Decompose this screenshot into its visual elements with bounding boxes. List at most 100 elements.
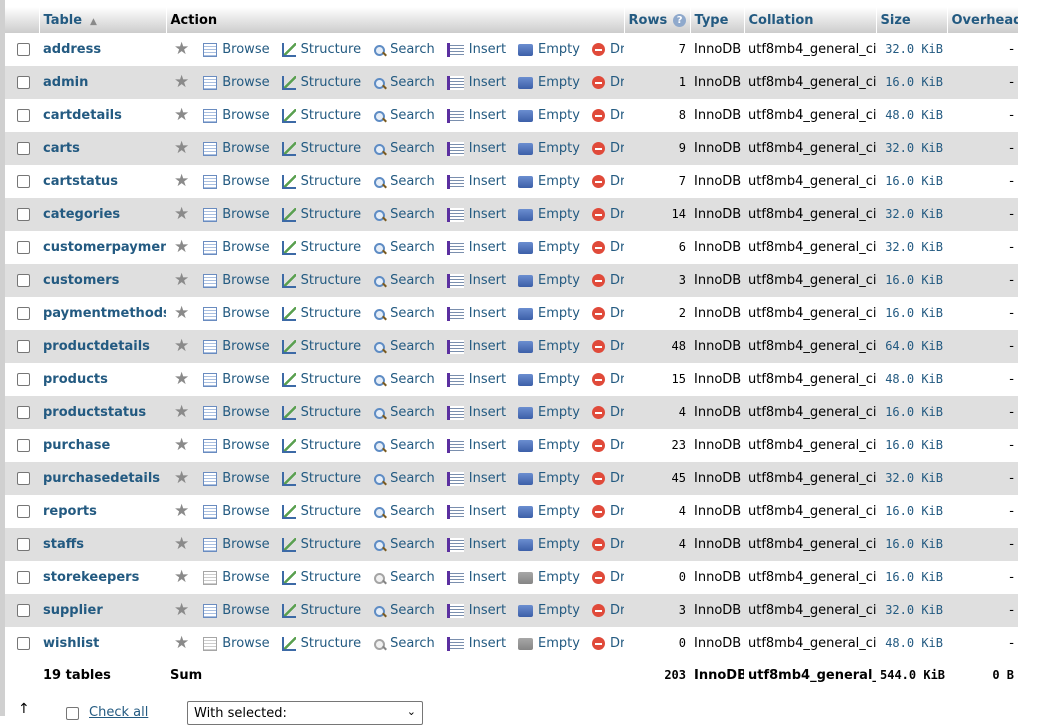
size-value[interactable]: 48.0 KiB [885,372,943,386]
search-link[interactable]: Search [373,339,435,354]
search-link[interactable]: Search [373,108,435,123]
search-link[interactable]: Search [373,504,435,519]
header-size-label[interactable]: Size [881,13,911,28]
search-link[interactable]: Search [373,273,435,288]
insert-link[interactable]: Insert [446,174,506,189]
structure-link[interactable]: Structure [281,141,361,156]
search-link[interactable]: Search [373,372,435,387]
row-checkbox[interactable] [17,637,30,650]
size-value[interactable]: 16.0 KiB [885,537,943,551]
table-name-link[interactable]: address [43,42,101,57]
structure-link[interactable]: Structure [281,339,361,354]
browse-link[interactable]: Browse [203,372,270,387]
browse-link[interactable]: Browse [203,471,270,486]
size-value[interactable]: 16.0 KiB [885,273,943,287]
structure-link[interactable]: Structure [281,75,361,90]
structure-link[interactable]: Structure [281,603,361,618]
table-name-link[interactable]: customers [43,273,119,288]
table-name-link[interactable]: cartdetails [43,108,122,123]
row-checkbox[interactable] [17,109,30,122]
size-value[interactable]: 32.0 KiB [885,207,943,221]
browse-link[interactable]: Browse [203,504,270,519]
structure-link[interactable]: Structure [281,273,361,288]
search-link[interactable]: Search [373,75,435,90]
structure-link[interactable]: Structure [281,108,361,123]
favorite-star-icon[interactable]: ★ [174,305,189,322]
search-link[interactable]: Search [373,438,435,453]
size-value[interactable]: 32.0 KiB [885,240,943,254]
header-overhead-label[interactable]: Overhead [952,13,1018,28]
size-value[interactable]: 32.0 KiB [885,141,943,155]
size-value[interactable]: 16.0 KiB [885,570,943,584]
search-link[interactable]: Search [373,174,435,189]
insert-link[interactable]: Insert [446,240,506,255]
table-name-link[interactable]: productstatus [43,405,146,420]
insert-link[interactable]: Insert [446,108,506,123]
search-link[interactable]: Search [373,603,435,618]
size-value[interactable]: 16.0 KiB [885,306,943,320]
favorite-star-icon[interactable]: ★ [174,437,189,454]
empty-link[interactable]: Empty [518,240,580,255]
search-link[interactable]: Search [373,42,435,57]
search-link[interactable]: Search [373,306,435,321]
with-selected-select[interactable]: With selected: ⌄ [187,701,423,725]
row-checkbox[interactable] [17,340,30,353]
table-name-link[interactable]: reports [43,504,97,519]
structure-link[interactable]: Structure [281,42,361,57]
size-value[interactable]: 32.0 KiB [885,471,943,485]
drop-link[interactable]: Drop [591,372,624,387]
header-rows-label[interactable]: Rows [629,13,668,28]
size-value[interactable]: 16.0 KiB [885,75,943,89]
row-checkbox[interactable] [17,505,30,518]
browse-link[interactable]: Browse [203,570,270,585]
favorite-star-icon[interactable]: ★ [174,602,189,619]
row-checkbox[interactable] [17,307,30,320]
structure-link[interactable]: Structure [281,504,361,519]
size-value[interactable]: 16.0 KiB [885,504,943,518]
search-link[interactable]: Search [373,141,435,156]
empty-link[interactable]: Empty [518,372,580,387]
table-name-link[interactable]: supplier [43,603,103,618]
favorite-star-icon[interactable]: ★ [174,569,189,586]
drop-link[interactable]: Drop [591,240,624,255]
favorite-star-icon[interactable]: ★ [174,635,189,652]
row-checkbox[interactable] [17,142,30,155]
favorite-star-icon[interactable]: ★ [174,74,189,91]
drop-link[interactable]: Drop [591,438,624,453]
browse-link[interactable]: Browse [203,108,270,123]
favorite-star-icon[interactable]: ★ [174,338,189,355]
empty-link[interactable]: Empty [518,504,580,519]
insert-link[interactable]: Insert [446,504,506,519]
size-value[interactable]: 16.0 KiB [885,438,943,452]
drop-link[interactable]: Drop [591,504,624,519]
search-link[interactable]: Search [373,405,435,420]
row-checkbox[interactable] [17,43,30,56]
row-checkbox[interactable] [17,571,30,584]
insert-link[interactable]: Insert [446,372,506,387]
size-value[interactable]: 16.0 KiB [885,174,943,188]
structure-link[interactable]: Structure [281,537,361,552]
insert-link[interactable]: Insert [446,75,506,90]
row-checkbox[interactable] [17,604,30,617]
empty-link[interactable]: Empty [518,537,580,552]
table-name-link[interactable]: carts [43,141,80,156]
header-type-label[interactable]: Type [695,13,729,28]
drop-link[interactable]: Drop [591,273,624,288]
search-link[interactable]: Search [373,207,435,222]
structure-link[interactable]: Structure [281,174,361,189]
header-collation[interactable]: Collation [744,7,877,33]
empty-link[interactable]: Empty [518,174,580,189]
empty-link[interactable]: Empty [518,108,580,123]
favorite-star-icon[interactable]: ★ [174,371,189,388]
structure-link[interactable]: Structure [281,570,361,585]
drop-link[interactable]: Drop [591,339,624,354]
help-icon[interactable]: ? [673,13,687,27]
row-checkbox[interactable] [17,406,30,419]
drop-link[interactable]: Drop [591,636,624,651]
browse-link[interactable]: Browse [203,438,270,453]
favorite-star-icon[interactable]: ★ [174,272,189,289]
favorite-star-icon[interactable]: ★ [174,173,189,190]
drop-link[interactable]: Drop [591,141,624,156]
insert-link[interactable]: Insert [446,438,506,453]
size-value[interactable]: 32.0 KiB [885,42,943,56]
